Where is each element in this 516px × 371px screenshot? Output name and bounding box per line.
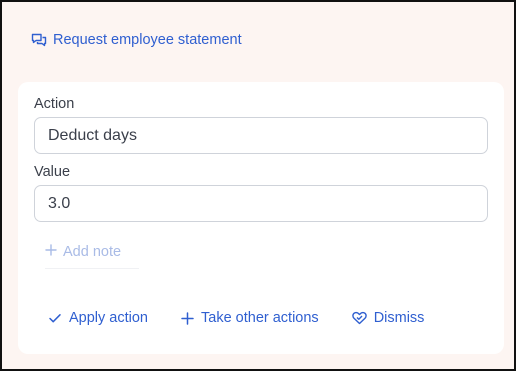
chat-bubbles-icon	[31, 32, 47, 48]
request-employee-statement-link[interactable]: Request employee statement	[31, 32, 242, 48]
plus-icon	[181, 311, 194, 325]
value-label: Value	[34, 164, 71, 180]
add-note-button[interactable]: Add note	[45, 244, 139, 269]
panel-frame: Request employee statement Action Deduct…	[0, 0, 516, 371]
apply-action-button[interactable]: Apply action	[48, 310, 148, 326]
dismiss-label: Dismiss	[373, 310, 425, 326]
take-other-actions-button[interactable]: Take other actions	[181, 310, 319, 326]
plus-icon	[45, 244, 57, 260]
check-icon	[48, 311, 62, 325]
add-note-label: Add note	[63, 244, 122, 260]
apply-action-label: Apply action	[69, 310, 148, 326]
request-link-label: Request employee statement	[53, 32, 242, 48]
action-card: Action Deduct days Value 3.0 Add note Ap…	[18, 82, 504, 354]
action-label: Action	[34, 96, 75, 112]
take-other-actions-label: Take other actions	[201, 310, 319, 326]
action-field-value: Deduct days	[48, 126, 137, 144]
action-bar: Apply action Take other actions Dismiss	[48, 310, 424, 326]
action-field[interactable]: Deduct days	[34, 117, 488, 154]
value-field[interactable]: 3.0	[34, 185, 488, 222]
heart-icon	[351, 311, 367, 325]
value-field-value: 3.0	[48, 194, 71, 212]
dismiss-button[interactable]: Dismiss	[351, 310, 425, 326]
